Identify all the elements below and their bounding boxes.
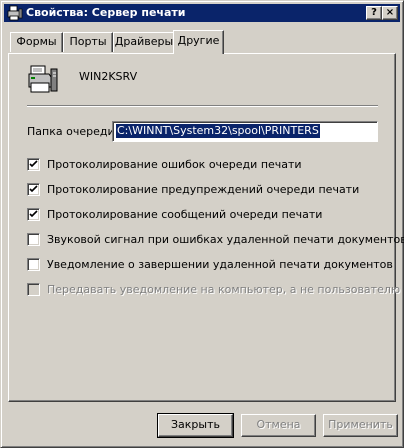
check-mark-icon bbox=[29, 185, 38, 193]
separator bbox=[27, 105, 378, 107]
close-button[interactable]: Закрыть bbox=[157, 413, 234, 438]
cancel-button: Отмена bbox=[241, 414, 316, 437]
spool-folder-label: Папка очереди: bbox=[27, 125, 119, 138]
tab-other[interactable]: Другие bbox=[173, 30, 224, 54]
checkbox-log-warnings[interactable] bbox=[27, 183, 40, 196]
server-name: WIN2KSRV bbox=[79, 70, 138, 83]
checkbox-log-errors[interactable] bbox=[27, 158, 40, 171]
printer-server-icon bbox=[7, 5, 23, 21]
tab-forms[interactable]: Формы bbox=[10, 32, 63, 52]
log-info-label[interactable]: Протоколирование сообщений очереди печат… bbox=[47, 208, 322, 221]
log-warnings-label[interactable]: Протоколирование предупреждений очереди … bbox=[47, 183, 359, 196]
properties-window: Свойства: Сервер печати ? × Формы Порты … bbox=[0, 0, 404, 448]
spool-folder-input[interactable]: C:\WINNT\System32\spool\PRINTERS bbox=[112, 121, 378, 142]
notify-computer-label: Передавать уведомление на компьютер, а н… bbox=[47, 283, 401, 296]
check-mark-icon bbox=[29, 210, 38, 218]
checkbox-log-info[interactable] bbox=[27, 208, 40, 221]
check-mark-icon bbox=[29, 160, 38, 168]
beep-on-errors-label[interactable]: Звуковой сигнал при ошибках удаленной пе… bbox=[47, 233, 404, 246]
checkbox-notify-completion[interactable] bbox=[27, 258, 40, 271]
window-title: Свойства: Сервер печати bbox=[26, 6, 186, 19]
notify-completion-label[interactable]: Уведомление о завершении удаленной печат… bbox=[47, 258, 393, 271]
title-bar[interactable]: Свойства: Сервер печати ? × bbox=[4, 4, 400, 22]
tab-ports[interactable]: Порты bbox=[63, 32, 113, 52]
close-window-button[interactable]: × bbox=[382, 6, 398, 20]
apply-button: Применить bbox=[323, 414, 398, 437]
checkbox-notify-computer bbox=[27, 283, 40, 296]
help-button[interactable]: ? bbox=[366, 6, 382, 20]
tab-drivers[interactable]: Драйверы bbox=[113, 32, 175, 52]
spool-folder-value: C:\WINNT\System32\spool\PRINTERS bbox=[116, 124, 320, 138]
checkbox-beep-on-errors[interactable] bbox=[27, 233, 40, 246]
print-server-icon bbox=[28, 65, 58, 93]
log-errors-label[interactable]: Протоколирование ошибок очереди печати bbox=[47, 158, 302, 171]
